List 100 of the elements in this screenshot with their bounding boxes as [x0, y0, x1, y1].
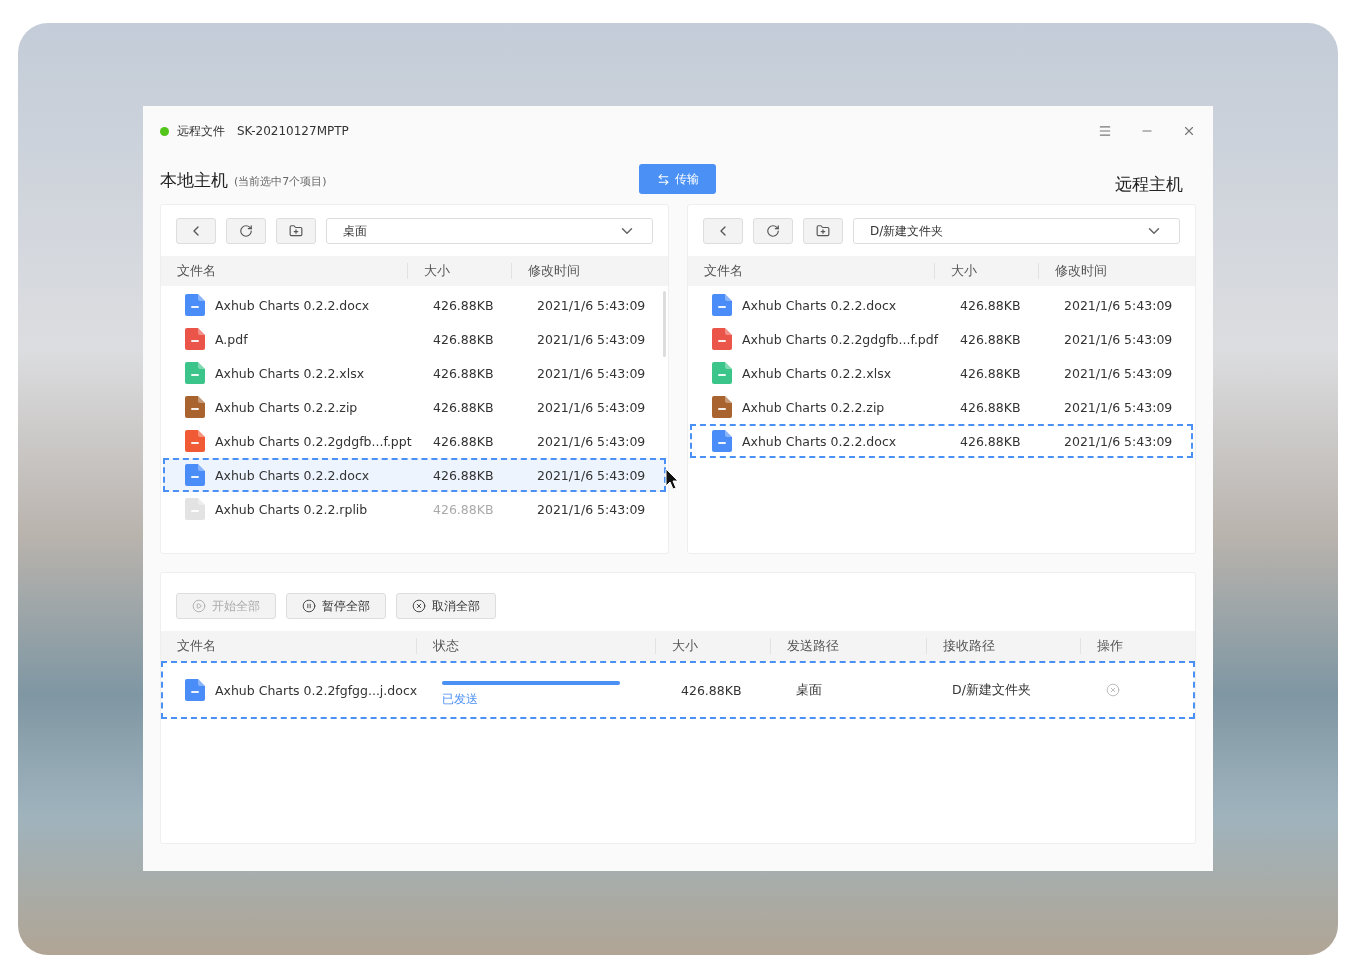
back-button[interactable] [703, 218, 743, 244]
file-size: 426.88KB [680, 682, 743, 698]
close-icon [1182, 124, 1196, 138]
modified-time: 2021/1/6 5:43:09 [536, 331, 647, 347]
file-size: 426.88KB [432, 297, 495, 313]
file-name: Axhub Charts 0.2.2.docx [215, 467, 370, 483]
refresh-button[interactable] [753, 218, 793, 244]
column-header: 修改时间 [1038, 263, 1195, 279]
modified-time: 2021/1/6 5:43:09 [1063, 297, 1174, 313]
transfer-row[interactable]: Axhub Charts 0.2.2fgfgg...j.docx 已发送 426.88KB 桌面 D/新建文件夹 [161, 661, 1195, 719]
cancel-button[interactable] [1106, 683, 1122, 697]
refresh-icon [766, 224, 780, 238]
panel-title: 远程主机 [1115, 172, 1183, 196]
modified-time: 2021/1/6 5:43:09 [1063, 433, 1174, 449]
file-row[interactable]: Axhub Charts 0.2.2.docx 426.88KB 2021/1/6 5:43:09 [163, 288, 666, 322]
scrollbar[interactable] [663, 291, 666, 357]
file-size: 426.88KB [959, 433, 1022, 449]
file-row[interactable]: Axhub Charts 0.2.2.docx 426.88KB 2021/1/6 5:43:09 [690, 288, 1193, 322]
file-size: 426.88KB [959, 297, 1022, 313]
file-name: A.pdf [215, 331, 248, 347]
file-row[interactable]: Axhub Charts 0.2.2.docx 426.88KB 2021/1/6 5:43:09 [690, 424, 1193, 458]
path-dropdown[interactable]: 桌面 [326, 218, 653, 244]
file-icon [185, 328, 205, 350]
window-title: 远程文件 [177, 122, 225, 140]
modified-time: 2021/1/6 5:43:09 [536, 365, 647, 381]
destination-path: D/新建文件夹 [951, 681, 1032, 699]
cancel-icon [412, 599, 426, 613]
file-icon [185, 362, 205, 384]
file-size: 426.88KB [432, 365, 495, 381]
file-row[interactable]: Axhub Charts 0.2.2.xlsx 426.88KB 2021/1/6 5:43:09 [690, 356, 1193, 390]
column-header: 修改时间 [511, 263, 668, 279]
file-icon [712, 430, 732, 452]
back-button[interactable] [176, 218, 216, 244]
modified-time: 2021/1/6 5:43:09 [536, 467, 647, 483]
file-row[interactable]: Axhub Charts 0.2.2gdgfb...f.ppt 426.88KB 2021/1/6 5:43:09 [163, 424, 666, 458]
file-name: Axhub Charts 0.2.2gdgfb...f.ppt [215, 433, 412, 449]
device-name: SK-20210127MPTP [237, 124, 349, 138]
file-name: Axhub Charts 0.2.2.docx [215, 297, 370, 313]
file-name: Axhub Charts 0.2.2.docx [742, 297, 897, 313]
file-name: Axhub Charts 0.2.2.zip [215, 399, 358, 415]
menu-icon [1098, 124, 1112, 138]
file-row[interactable]: Axhub Charts 0.2.2.zip 426.88KB 2021/1/6 5:43:09 [163, 390, 666, 424]
file-name: Axhub Charts 0.2.2gdgfb...f.pdf [742, 331, 939, 347]
file-name: Axhub Charts 0.2.2.xlsx [215, 365, 365, 381]
file-size: 426.88KB [959, 365, 1022, 381]
file-icon [185, 294, 205, 316]
modified-time: 2021/1/6 5:43:09 [536, 501, 647, 517]
file-row[interactable]: Axhub Charts 0.2.2.docx 426.88KB 2021/1/6 5:43:09 [163, 458, 666, 492]
file-name: Axhub Charts 0.2.2fgfgg...j.docx [215, 682, 418, 698]
file-name: Axhub Charts 0.2.2.zip [742, 399, 885, 415]
column-header: 操作 [1080, 638, 1195, 654]
column-header: 大小 [934, 263, 1038, 279]
refresh-icon [239, 224, 253, 238]
new-folder-button[interactable] [276, 218, 316, 244]
file-icon [185, 464, 205, 486]
folder-plus-icon [289, 224, 303, 238]
file-row[interactable]: Axhub Charts 0.2.2.xlsx 426.88KB 2021/1/6 5:43:09 [163, 356, 666, 390]
pause-icon [302, 599, 316, 613]
new-folder-button[interactable] [803, 218, 843, 244]
modified-time: 2021/1/6 5:43:09 [1063, 331, 1174, 347]
file-row[interactable]: Axhub Charts 0.2.2.zip 426.88KB 2021/1/6 5:43:09 [690, 390, 1193, 424]
file-size: 426.88KB [959, 399, 1022, 415]
file-icon [712, 396, 732, 418]
file-size: 426.88KB [959, 331, 1022, 347]
refresh-button[interactable] [226, 218, 266, 244]
close-button[interactable] [1182, 124, 1196, 138]
source-path: 桌面 [795, 681, 823, 699]
column-header: 文件名 [703, 263, 744, 279]
column-header: 文件名 [176, 638, 217, 654]
file-icon [185, 396, 205, 418]
menu-button[interactable] [1098, 124, 1112, 138]
folder-plus-icon [816, 224, 830, 238]
modified-time: 2021/1/6 5:43:09 [1063, 399, 1174, 415]
file-icon [712, 328, 732, 350]
file-name: Axhub Charts 0.2.2.rplib [215, 501, 368, 517]
file-icon [712, 362, 732, 384]
modified-time: 2021/1/6 5:43:09 [1063, 365, 1174, 381]
file-icon [185, 430, 205, 452]
selection-count: (当前选中7个项目) [234, 174, 327, 189]
column-header: 大小 [407, 263, 511, 279]
modified-time: 2021/1/6 5:43:09 [536, 297, 647, 313]
file-name: Axhub Charts 0.2.2.docx [742, 433, 897, 449]
modified-time: 2021/1/6 5:43:09 [536, 399, 647, 415]
file-row[interactable]: A.pdf 426.88KB 2021/1/6 5:43:09 [163, 322, 666, 356]
file-row[interactable]: Axhub Charts 0.2.2gdgfb...f.pdf 426.88KB 2021/1/6 5:43:09 [690, 322, 1193, 356]
queue-action-button[interactable]: 暂停全部 [286, 593, 386, 619]
swap-arrows-icon [656, 172, 670, 186]
path-dropdown[interactable]: D/新建文件夹 [853, 218, 1180, 244]
file-name: Axhub Charts 0.2.2.xlsx [742, 365, 892, 381]
file-size: 426.88KB [432, 399, 495, 415]
column-header: 文件名 [176, 263, 217, 279]
transfer-status: 已发送 [442, 690, 479, 708]
column-header: 大小 [655, 638, 770, 654]
column-header: 状态 [416, 638, 655, 654]
play-icon [192, 599, 206, 613]
file-size: 426.88KB [432, 501, 495, 517]
file-icon [185, 679, 205, 701]
file-icon [712, 294, 732, 316]
file-size: 426.88KB [432, 467, 495, 483]
queue-action-button[interactable]: 取消全部 [396, 593, 496, 619]
